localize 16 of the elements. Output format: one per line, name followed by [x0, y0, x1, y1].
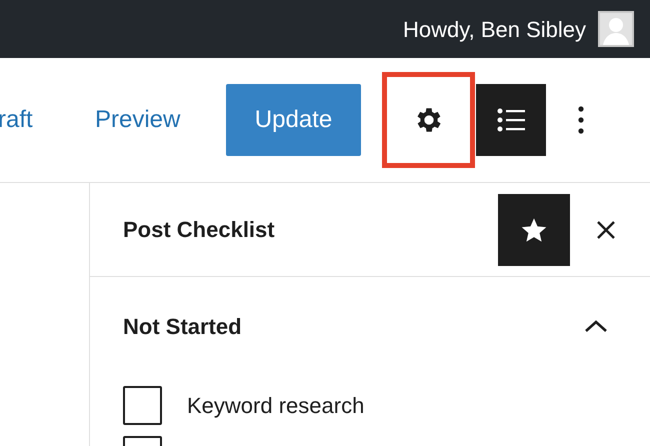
- panel-title: Post Checklist: [123, 216, 275, 244]
- close-button[interactable]: [596, 220, 616, 240]
- greeting-link[interactable]: Howdy, Ben Sibley: [402, 12, 586, 46]
- list-icon: [497, 107, 525, 133]
- star-icon: [520, 216, 548, 244]
- preview-link[interactable]: Preview: [95, 102, 180, 138]
- avatar-icon: [598, 11, 634, 47]
- update-button[interactable]: Update: [226, 84, 361, 156]
- close-icon: [596, 220, 616, 240]
- settings-button[interactable]: [382, 72, 475, 168]
- checklist-item-label: Keyword research: [187, 392, 364, 420]
- checkbox[interactable]: [123, 386, 162, 425]
- section-toggle[interactable]: Not Started: [90, 277, 650, 375]
- list-view-button[interactable]: [476, 84, 546, 156]
- more-icon: [578, 106, 584, 134]
- star-button[interactable]: [498, 194, 570, 266]
